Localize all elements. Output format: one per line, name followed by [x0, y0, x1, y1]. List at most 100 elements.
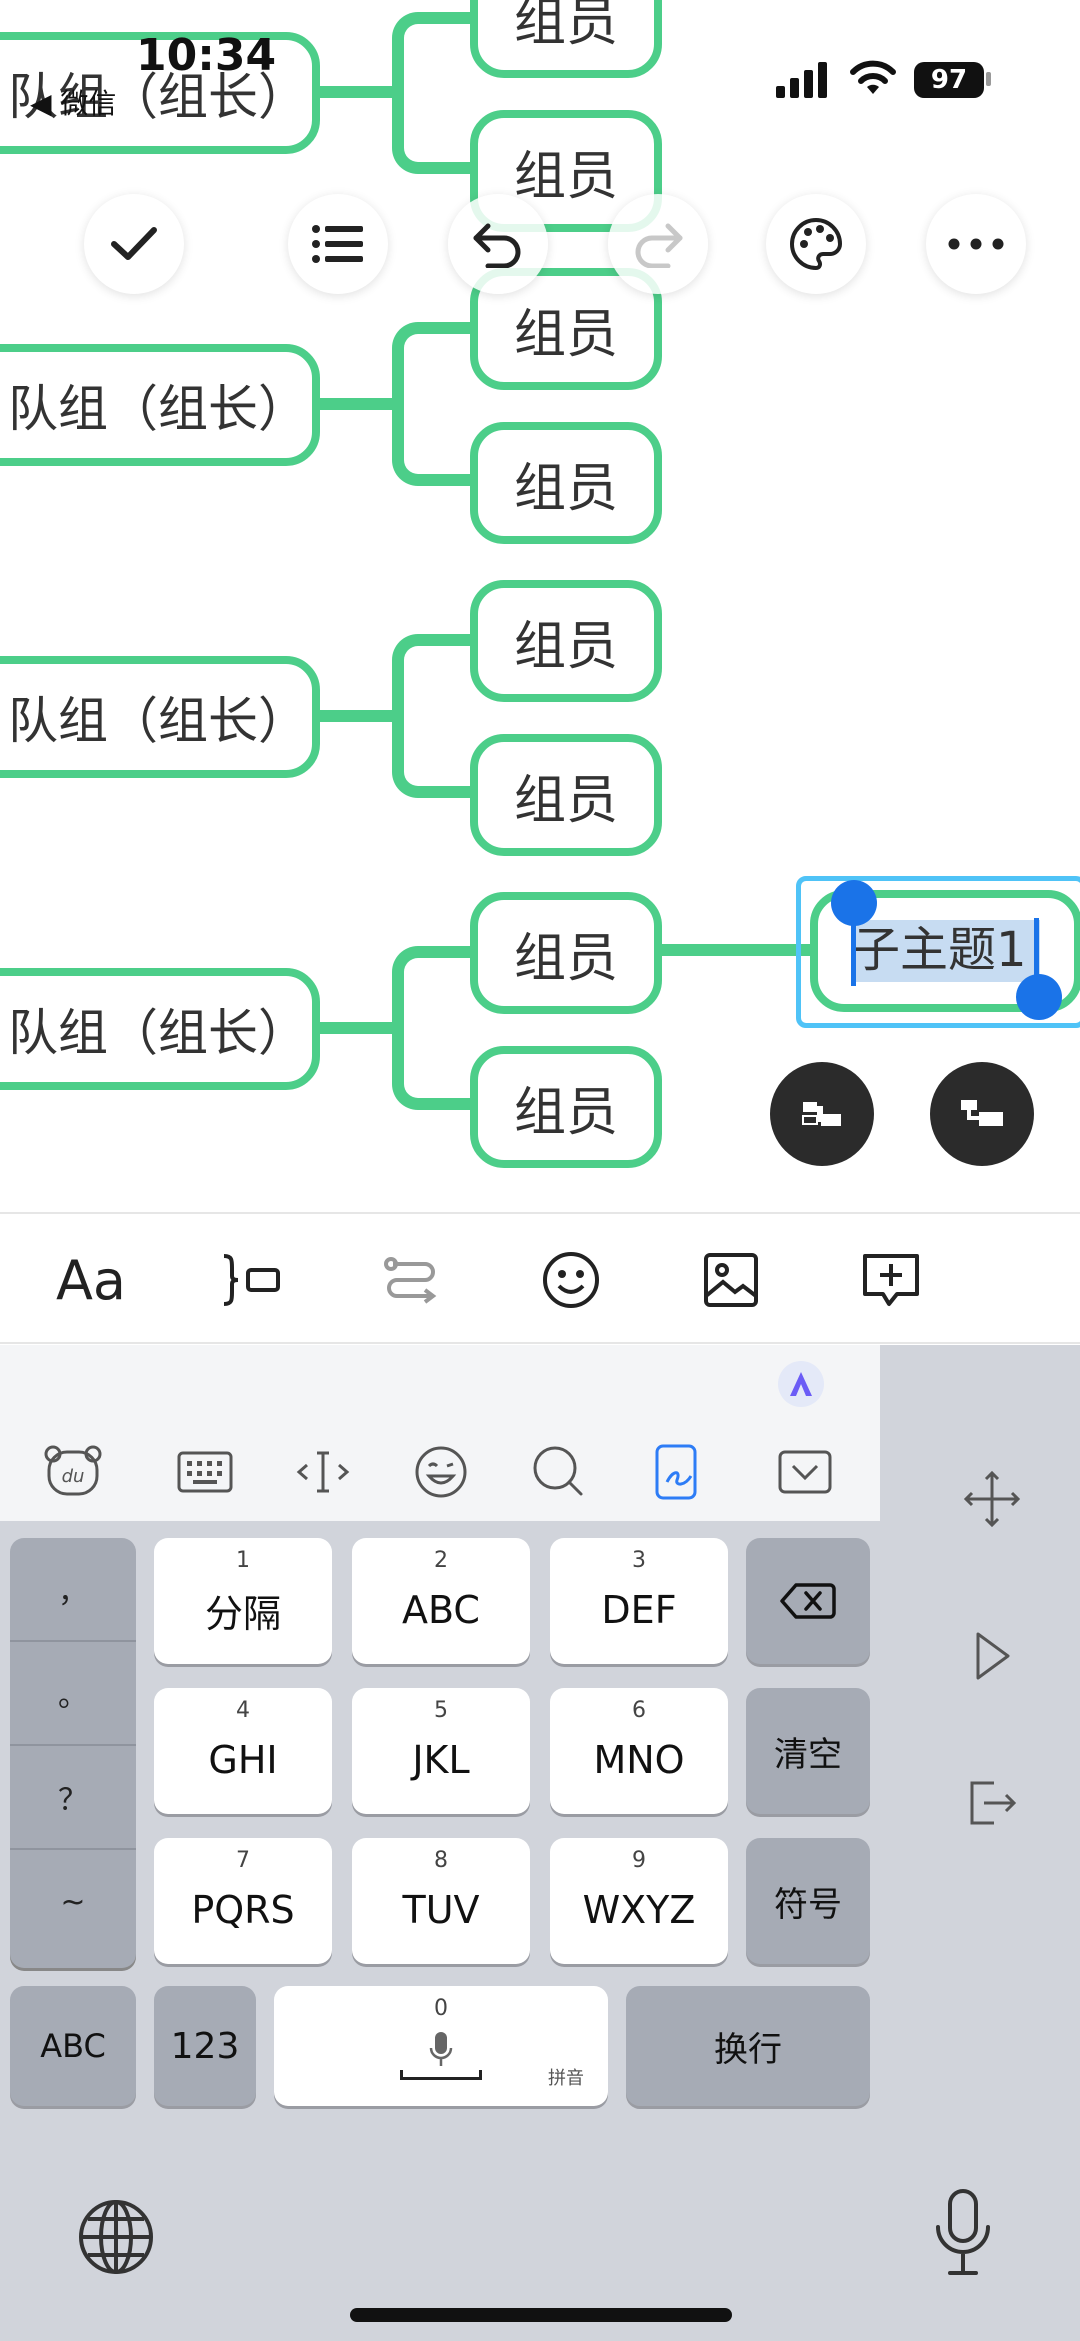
- connector-bracket: [392, 634, 472, 798]
- connector-bracket: [392, 322, 472, 486]
- key-number: 3: [632, 1548, 646, 1573]
- key-number: 4: [236, 1698, 250, 1723]
- connector-bracket: [392, 12, 472, 174]
- signal-icon: [774, 60, 832, 100]
- backspace-key[interactable]: [746, 1538, 870, 1664]
- outline-button[interactable]: [288, 194, 388, 294]
- leader-label: 队组（组长）: [8, 692, 308, 750]
- key-4[interactable]: 4 GHI: [154, 1688, 332, 1814]
- subtopic-text[interactable]: 子主题1: [852, 916, 1052, 984]
- abc-key[interactable]: ABC: [10, 1986, 136, 2106]
- collapse-keyboard-icon[interactable]: [770, 1437, 840, 1507]
- handwriting-icon[interactable]: [642, 1437, 712, 1507]
- clear-label: 清空: [774, 1734, 842, 1775]
- insert-topic-button[interactable]: [206, 1238, 296, 1322]
- play-icon[interactable]: [970, 1628, 1014, 1684]
- key-3[interactable]: 3 DEF: [550, 1538, 728, 1664]
- back-to-wechat[interactable]: ◀ 微信: [30, 82, 116, 122]
- leader-node[interactable]: 队组（组长）: [0, 968, 320, 1090]
- confirm-button[interactable]: [84, 194, 184, 294]
- add-child-button[interactable]: [930, 1062, 1034, 1166]
- key-5[interactable]: 5 JKL: [352, 1688, 530, 1814]
- key-2[interactable]: 2 ABC: [352, 1538, 530, 1664]
- punctuation-column: ， 。 ？ ~: [10, 1538, 136, 1968]
- member-node[interactable]: 组员: [470, 422, 662, 544]
- key-label: PQRS: [191, 1888, 295, 1932]
- leader-label: 队组（组长）: [8, 1004, 308, 1062]
- cursor-move-icon[interactable]: [288, 1437, 358, 1507]
- key-label: ABC: [402, 1588, 480, 1632]
- battery-indicator: 97: [914, 62, 984, 98]
- key-1[interactable]: 1 分隔: [154, 1538, 332, 1664]
- text-style-icon: Aa: [55, 1248, 127, 1312]
- emoticon-icon[interactable]: [406, 1437, 476, 1507]
- key-label: WXYZ: [582, 1888, 696, 1932]
- member-node[interactable]: 组员: [470, 1046, 662, 1168]
- member-node[interactable]: 组员: [470, 892, 662, 1014]
- key-number: 1: [236, 1548, 250, 1573]
- key-label: 分隔: [204, 1591, 281, 1636]
- keyboard-layout-icon[interactable]: [170, 1437, 240, 1507]
- member-label: 组员: [513, 616, 618, 677]
- add-comment-button[interactable]: [846, 1238, 936, 1322]
- text-caret-start: [851, 918, 856, 986]
- key-number: 7: [236, 1848, 250, 1873]
- member-node[interactable]: 组员: [470, 734, 662, 856]
- undo-button[interactable]: [448, 194, 548, 294]
- status-time: 10:34: [136, 30, 277, 81]
- enter-key[interactable]: 换行: [626, 1986, 870, 2106]
- connector: [660, 944, 814, 956]
- check-icon: [111, 227, 157, 260]
- number-key[interactable]: 123: [154, 1986, 256, 2106]
- punct-key[interactable]: ，: [10, 1538, 136, 1642]
- member-label: 组员: [513, 304, 618, 365]
- key-9[interactable]: 9 WXYZ: [550, 1838, 728, 1964]
- member-node[interactable]: 组员: [470, 580, 662, 702]
- add-sibling-button[interactable]: [770, 1062, 874, 1166]
- search-icon[interactable]: [524, 1437, 594, 1507]
- leader-node[interactable]: 队组（组长）: [0, 656, 320, 778]
- leader-node[interactable]: 队组（组长）: [0, 344, 320, 466]
- emoji-button[interactable]: [526, 1238, 616, 1322]
- key-7[interactable]: 7 PQRS: [154, 1838, 332, 1964]
- more-button[interactable]: [926, 194, 1026, 294]
- key-8[interactable]: 8 TUV: [352, 1838, 530, 1964]
- mindmap-canvas[interactable]: 队组（组长） 组员 组员 队组（组长） 组员 组员 队组（组长） 组员 组员 队…: [0, 0, 1080, 1210]
- punct-key[interactable]: ~: [10, 1850, 136, 1954]
- dictation-mic-icon[interactable]: [928, 2187, 998, 2279]
- keyboard: du ， 。 ？ ~ 1 分隔 2 ABC 3 DEF 4 GHI 5 JKL 6 MNO …: [0, 1345, 1080, 2341]
- format-toolbar: Aa: [0, 1212, 1080, 1344]
- theme-button[interactable]: [766, 194, 866, 294]
- key-number: 2: [434, 1548, 448, 1573]
- baidu-input-logo-icon[interactable]: du: [38, 1437, 108, 1507]
- home-indicator: [350, 2308, 732, 2322]
- add-sibling-icon: [802, 1102, 841, 1126]
- key-6[interactable]: 6 MNO: [550, 1688, 728, 1814]
- wifi-icon: [848, 58, 898, 98]
- relationship-icon: [384, 1257, 437, 1304]
- selection-handle-end[interactable]: [1016, 974, 1062, 1020]
- key-number: 6: [632, 1698, 646, 1723]
- space-key[interactable]: 0 拼音: [274, 1986, 608, 2106]
- connector-bracket: [392, 946, 472, 1110]
- exit-icon[interactable]: [964, 1775, 1020, 1835]
- abc-label: ABC: [40, 2027, 106, 2065]
- clear-key[interactable]: 清空: [746, 1688, 870, 1814]
- member-label: 组员: [513, 1082, 618, 1143]
- text-style-button[interactable]: Aa: [46, 1238, 136, 1322]
- ai-assistant-icon[interactable]: [778, 1361, 824, 1407]
- relationship-button[interactable]: [366, 1238, 456, 1322]
- member-label: 组员: [513, 770, 618, 831]
- symbol-label: 符号: [774, 1884, 842, 1925]
- member-node[interactable]: 组员: [470, 0, 662, 78]
- punct-key[interactable]: ？: [10, 1746, 136, 1850]
- battery-tip: [986, 72, 991, 86]
- symbol-key[interactable]: 符号: [746, 1838, 870, 1964]
- key-label: TUV: [402, 1888, 480, 1932]
- image-button[interactable]: [686, 1238, 776, 1322]
- move-keyboard-icon[interactable]: [962, 1469, 1022, 1529]
- redo-button[interactable]: [608, 194, 708, 294]
- punct-key[interactable]: 。: [10, 1642, 136, 1746]
- selection-handle-start[interactable]: [831, 880, 877, 926]
- globe-icon[interactable]: [76, 2197, 156, 2277]
